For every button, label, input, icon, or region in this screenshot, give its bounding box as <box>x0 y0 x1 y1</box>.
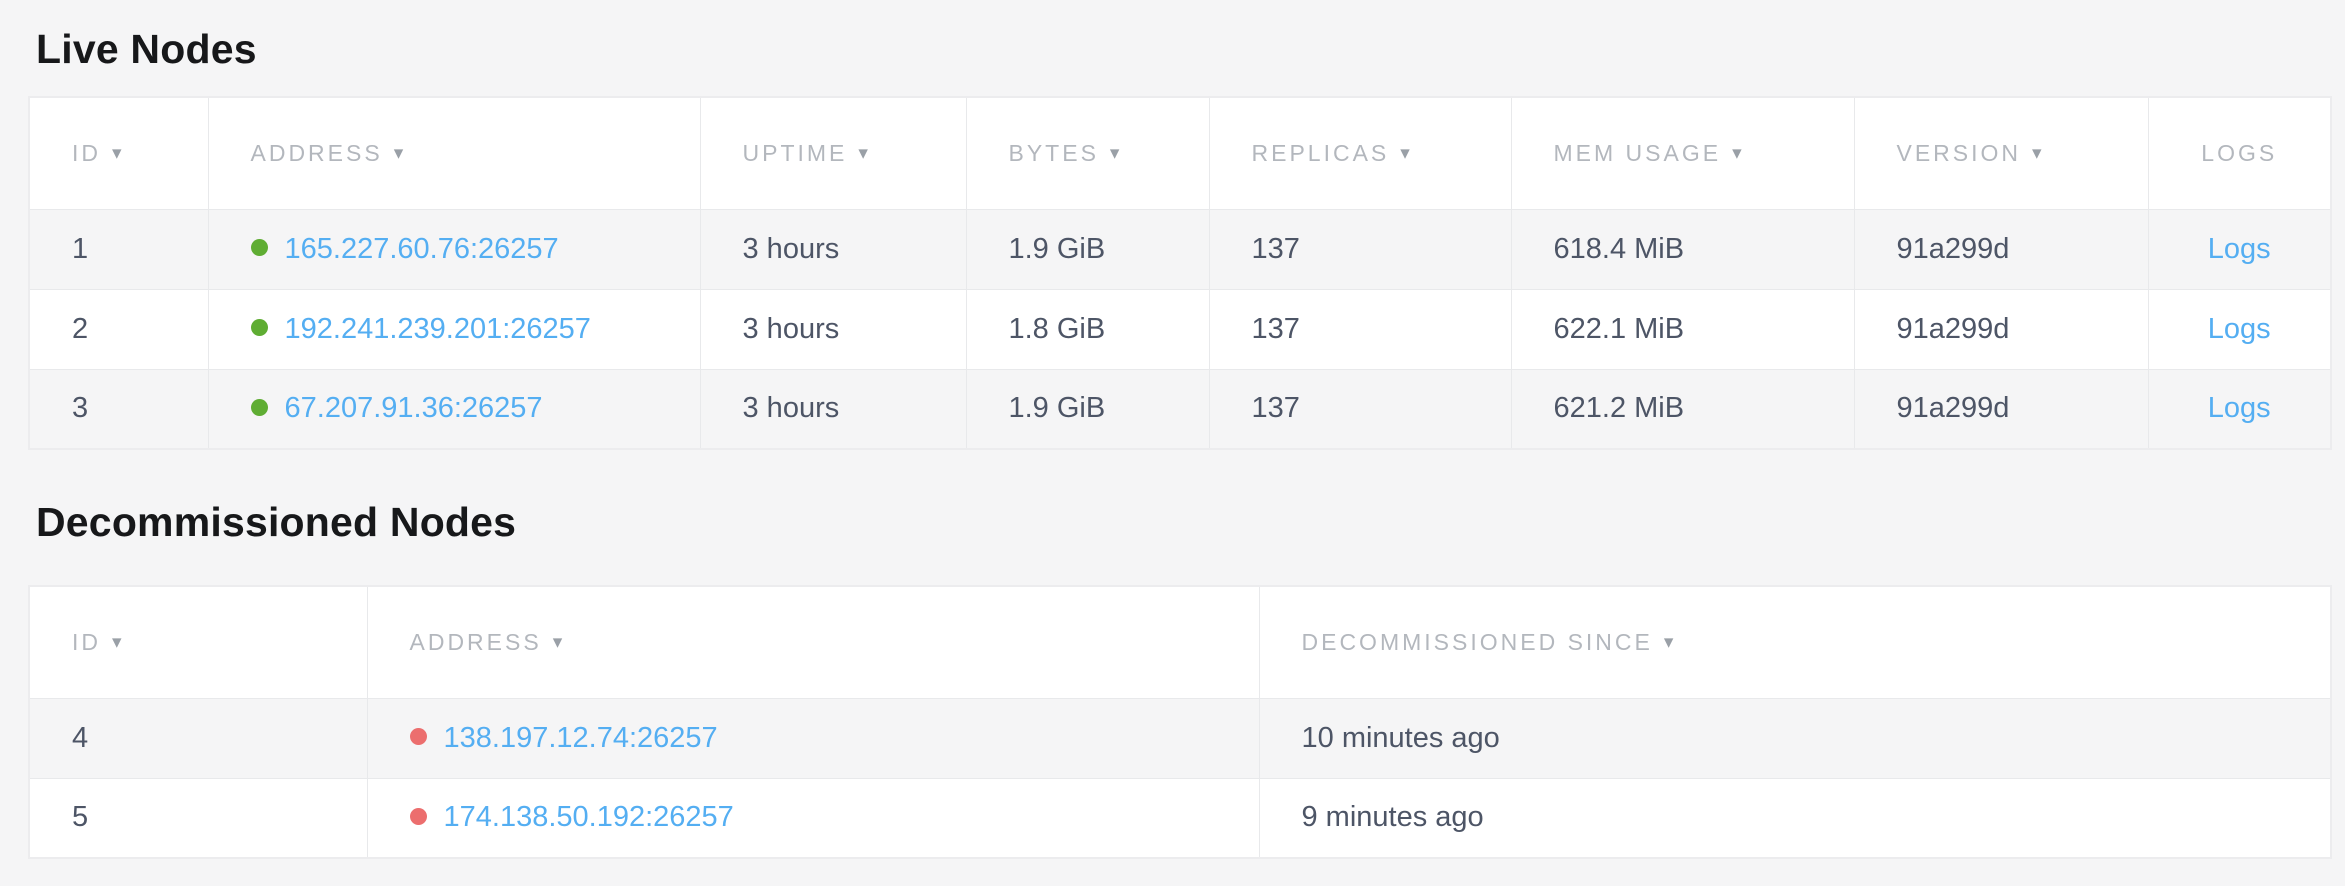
live-status-dot-icon <box>251 399 268 416</box>
node-address-link[interactable]: 165.227.60.76:26257 <box>285 233 559 265</box>
node-replicas-cell: 137 <box>1209 289 1511 369</box>
node-mem-usage-cell: 622.1 MiB <box>1511 289 1854 369</box>
node-address-link[interactable]: 174.138.50.192:26257 <box>444 801 734 833</box>
decommissioned-since-cell: 9 minutes ago <box>1259 778 2331 858</box>
node-address-link[interactable]: 192.241.239.201:26257 <box>285 313 591 345</box>
node-address-cell: 192.241.239.201:26257 <box>208 289 700 369</box>
node-address-cell: 165.227.60.76:26257 <box>208 209 700 289</box>
node-logs-cell: Logs <box>2148 289 2331 369</box>
node-logs-cell: Logs <box>2148 209 2331 289</box>
live-node-row: 1 165.227.60.76:26257 3 hours 1.9 GiB 13… <box>29 209 2331 289</box>
decommissioned-nodes-table: ID▾ ADDRESS▾ DECOMMISSIONED SINCE▾ 4 138… <box>28 585 2332 859</box>
logs-link[interactable]: Logs <box>2208 392 2271 424</box>
sort-arrow-icon: ▾ <box>2032 142 2042 165</box>
live-node-row: 3 67.207.91.36:26257 3 hours 1.9 GiB 137… <box>29 369 2331 449</box>
node-uptime-cell: 3 hours <box>700 369 966 449</box>
decommissioned-status-dot-icon <box>410 728 427 745</box>
sort-arrow-icon: ▾ <box>1400 142 1410 165</box>
column-header-address[interactable]: ADDRESS▾ <box>367 586 1259 698</box>
sort-arrow-icon: ▾ <box>112 142 122 165</box>
decommissioned-status-dot-icon <box>410 808 427 825</box>
node-id-cell: 3 <box>29 369 208 449</box>
node-address-cell: 174.138.50.192:26257 <box>367 778 1259 858</box>
sort-arrow-icon: ▾ <box>1732 142 1742 165</box>
node-mem-usage-cell: 621.2 MiB <box>1511 369 1854 449</box>
node-address-cell: 138.197.12.74:26257 <box>367 698 1259 778</box>
node-bytes-cell: 1.9 GiB <box>966 209 1209 289</box>
decommissioned-node-row: 4 138.197.12.74:26257 10 minutes ago <box>29 698 2331 778</box>
decommissioned-node-row: 5 174.138.50.192:26257 9 minutes ago <box>29 778 2331 858</box>
node-logs-cell: Logs <box>2148 369 2331 449</box>
column-header-version[interactable]: VERSION▾ <box>1854 97 2148 209</box>
logs-link[interactable]: Logs <box>2208 233 2271 265</box>
column-header-mem-usage[interactable]: MEM USAGE▾ <box>1511 97 1854 209</box>
nodes-page: Live Nodes ID▾ ADDRESS▾ UPTIME▾ BYTES▾ R… <box>0 0 2345 859</box>
live-nodes-table: ID▾ ADDRESS▾ UPTIME▾ BYTES▾ REPLICAS▾ ME… <box>28 96 2332 450</box>
decommissioned-since-cell: 10 minutes ago <box>1259 698 2331 778</box>
live-node-row: 2 192.241.239.201:26257 3 hours 1.8 GiB … <box>29 289 2331 369</box>
column-header-decommissioned-since[interactable]: DECOMMISSIONED SINCE▾ <box>1259 586 2331 698</box>
column-header-address[interactable]: ADDRESS▾ <box>208 97 700 209</box>
node-replicas-cell: 137 <box>1209 209 1511 289</box>
sort-arrow-icon: ▾ <box>112 631 122 654</box>
node-mem-usage-cell: 618.4 MiB <box>1511 209 1854 289</box>
node-id-cell: 2 <box>29 289 208 369</box>
column-header-id[interactable]: ID▾ <box>29 586 367 698</box>
sort-arrow-icon: ▾ <box>1664 631 1674 654</box>
live-nodes-header-row: ID▾ ADDRESS▾ UPTIME▾ BYTES▾ REPLICAS▾ ME… <box>29 97 2331 209</box>
node-uptime-cell: 3 hours <box>700 209 966 289</box>
node-bytes-cell: 1.9 GiB <box>966 369 1209 449</box>
decommissioned-header-row: ID▾ ADDRESS▾ DECOMMISSIONED SINCE▾ <box>29 586 2331 698</box>
node-address-link[interactable]: 67.207.91.36:26257 <box>285 392 543 424</box>
column-header-id[interactable]: ID▾ <box>29 97 208 209</box>
column-header-uptime[interactable]: UPTIME▾ <box>700 97 966 209</box>
sort-arrow-icon: ▾ <box>1110 142 1120 165</box>
live-nodes-title: Live Nodes <box>36 22 2330 76</box>
column-header-logs: LOGS <box>2148 97 2331 209</box>
node-version-cell: 91a299d <box>1854 209 2148 289</box>
node-bytes-cell: 1.8 GiB <box>966 289 1209 369</box>
sort-arrow-icon: ▾ <box>394 142 404 165</box>
node-replicas-cell: 137 <box>1209 369 1511 449</box>
node-address-link[interactable]: 138.197.12.74:26257 <box>444 722 718 754</box>
column-header-replicas[interactable]: REPLICAS▾ <box>1209 97 1511 209</box>
live-status-dot-icon <box>251 319 268 336</box>
node-id-cell: 4 <box>29 698 367 778</box>
logs-link[interactable]: Logs <box>2208 313 2271 345</box>
node-id-cell: 5 <box>29 778 367 858</box>
sort-arrow-icon: ▾ <box>553 631 563 654</box>
node-version-cell: 91a299d <box>1854 289 2148 369</box>
live-status-dot-icon <box>251 239 268 256</box>
sort-arrow-icon: ▾ <box>858 142 868 165</box>
node-id-cell: 1 <box>29 209 208 289</box>
node-uptime-cell: 3 hours <box>700 289 966 369</box>
decommissioned-nodes-title: Decommissioned Nodes <box>36 495 2330 549</box>
node-address-cell: 67.207.91.36:26257 <box>208 369 700 449</box>
column-header-bytes[interactable]: BYTES▾ <box>966 97 1209 209</box>
node-version-cell: 91a299d <box>1854 369 2148 449</box>
